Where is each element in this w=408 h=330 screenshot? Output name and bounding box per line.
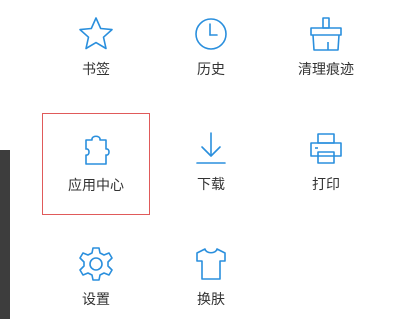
puzzle-icon	[76, 130, 116, 170]
star-icon	[76, 14, 116, 54]
clock-icon	[191, 14, 231, 54]
download-icon	[191, 129, 231, 169]
menu-item-label: 设置	[82, 292, 110, 308]
broom-icon	[306, 14, 346, 54]
menu-item-app-center[interactable]: 应用中心	[42, 113, 150, 215]
menu-item-skin[interactable]: 换肤	[157, 228, 265, 330]
menu-item-label: 下载	[197, 177, 225, 193]
menu-item-print[interactable]: 打印	[272, 113, 380, 215]
menu-item-label: 书签	[82, 62, 110, 78]
menu-item-label: 打印	[312, 177, 340, 193]
menu-item-label: 清理痕迹	[298, 62, 354, 78]
gear-icon	[76, 244, 116, 284]
menu-item-history[interactable]: 历史	[157, 0, 265, 100]
tshirt-icon	[191, 244, 231, 284]
menu-item-label: 换肤	[197, 292, 225, 308]
browser-menu-grid: 书签 历史 清理痕迹 应用中心 下载 打印 设置 换肤	[34, 0, 388, 319]
background-window-edge	[0, 150, 10, 319]
menu-item-settings[interactable]: 设置	[42, 228, 150, 330]
menu-item-clear-traces[interactable]: 清理痕迹	[272, 0, 380, 100]
menu-item-label: 历史	[197, 62, 225, 78]
printer-icon	[306, 129, 346, 169]
menu-item-label: 应用中心	[68, 178, 124, 194]
menu-item-bookmarks[interactable]: 书签	[42, 0, 150, 100]
menu-item-download[interactable]: 下载	[157, 113, 265, 215]
